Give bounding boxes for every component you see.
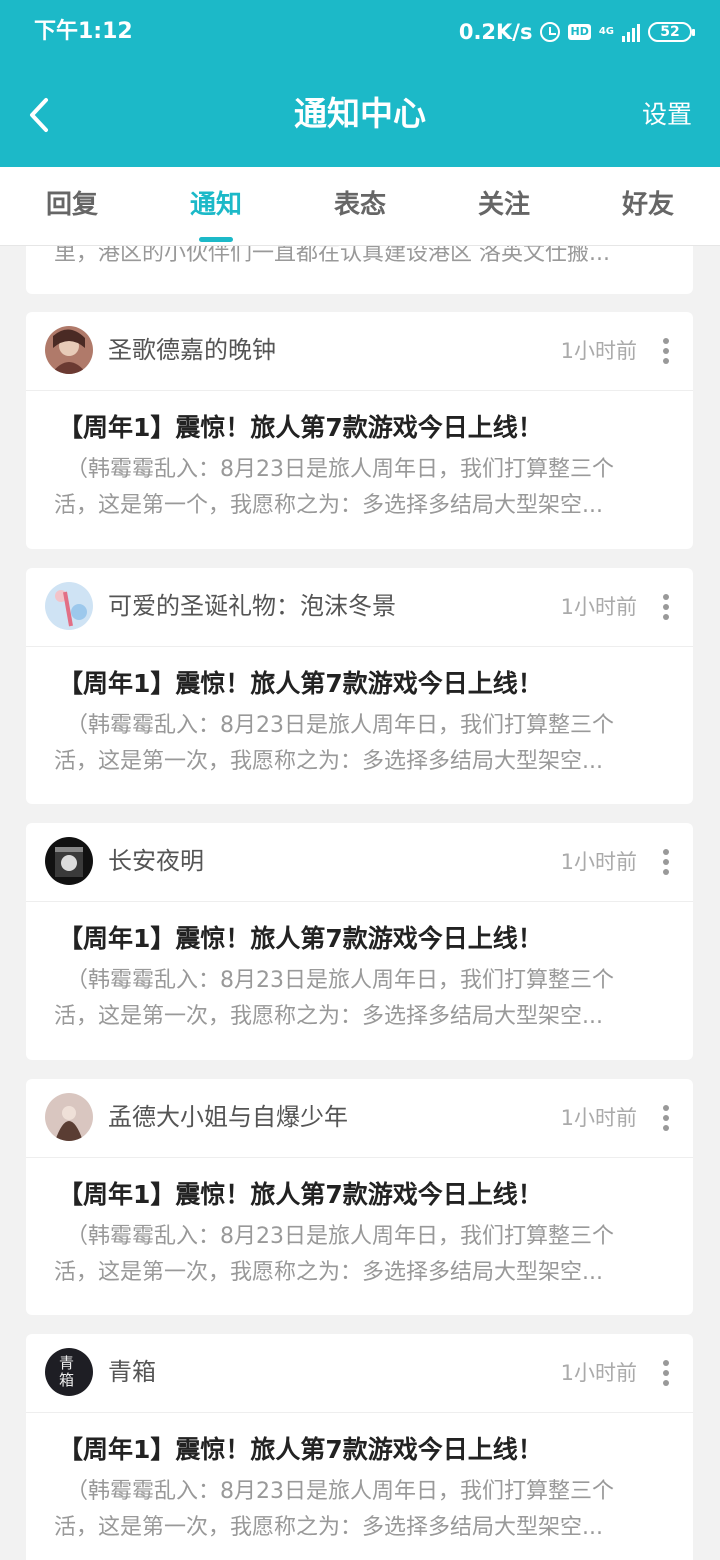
avatar-text: 青箱 bbox=[59, 1354, 75, 1389]
notification-card[interactable]: 圣歌德嘉的晚钟 1小时前 【周年1】震惊！旅人第7款游戏今日上线！ （韩霉霉乱入… bbox=[26, 312, 693, 549]
network-speed: 0.2K/s bbox=[458, 20, 533, 44]
post-excerpt[interactable]: （韩霉霉乱入：8月23日是旅人周年日，我们打算整三个 活，这是第一个，我愿称之为… bbox=[54, 452, 654, 524]
more-options-icon[interactable] bbox=[661, 849, 671, 875]
page-title: 通知中心 bbox=[294, 94, 426, 133]
avatar[interactable] bbox=[45, 1093, 93, 1141]
tab-follows[interactable]: 关注 bbox=[478, 187, 530, 223]
post-title[interactable]: 【周年1】震惊！旅人第7款游戏今日上线！ bbox=[58, 1432, 543, 1468]
timestamp: 1小时前 bbox=[560, 1361, 637, 1385]
card-header: 圣歌德嘉的晚钟 1小时前 bbox=[26, 312, 693, 391]
username[interactable]: 圣歌德嘉的晚钟 bbox=[108, 333, 276, 367]
status-bar: 下午1:12 0.2K/s HD 4G 52 bbox=[0, 0, 720, 64]
tab-notifications-label: 通知 bbox=[190, 190, 243, 220]
card-header: 孟德大小姐与自爆少年 1小时前 bbox=[26, 1079, 693, 1158]
active-tab-indicator bbox=[199, 237, 233, 242]
network-type-icon: 4G bbox=[598, 26, 614, 37]
timestamp: 1小时前 bbox=[560, 1106, 637, 1130]
avatar[interactable]: 青箱 bbox=[45, 1348, 93, 1396]
battery-icon: 52 bbox=[648, 22, 695, 42]
post-excerpt[interactable]: （韩霉霉乱入：8月23日是旅人周年日，我们打算整三个 活，这是第一次，我愿称之为… bbox=[54, 1219, 654, 1291]
tab-reactions[interactable]: 表态 bbox=[334, 187, 386, 223]
hd-icon: HD bbox=[568, 24, 591, 40]
battery-level: 52 bbox=[660, 24, 680, 40]
avatar[interactable] bbox=[45, 837, 93, 885]
tab-bar: 回复 通知 表态 关注 好友 bbox=[0, 167, 720, 246]
notification-list[interactable]: 里，港区的小伙伴们一直都在认真建设港区 洛英文仕搬... 圣歌德嘉的晚钟 1小时… bbox=[0, 246, 720, 1560]
card-header: 青箱 青箱 1小时前 bbox=[26, 1334, 693, 1413]
avatar[interactable] bbox=[45, 582, 93, 630]
post-excerpt[interactable]: （韩霉霉乱入：8月23日是旅人周年日，我们打算整三个 活，这是第一次，我愿称之为… bbox=[54, 1474, 654, 1546]
card-header: 可爱的圣诞礼物：泡沫冬景 1小时前 bbox=[26, 568, 693, 647]
username[interactable]: 长安夜明 bbox=[108, 844, 204, 878]
nav-bar: 通知中心 设置 bbox=[0, 64, 720, 167]
tab-notifications[interactable]: 通知 bbox=[190, 187, 243, 242]
avatar[interactable] bbox=[45, 326, 93, 374]
timestamp: 1小时前 bbox=[560, 339, 637, 363]
signal-icon bbox=[622, 22, 640, 42]
timestamp: 1小时前 bbox=[560, 595, 637, 619]
username[interactable]: 可爱的圣诞礼物：泡沫冬景 bbox=[108, 589, 396, 623]
more-options-icon[interactable] bbox=[661, 1105, 671, 1131]
more-options-icon[interactable] bbox=[661, 338, 671, 364]
post-title[interactable]: 【周年1】震惊！旅人第7款游戏今日上线！ bbox=[58, 410, 543, 446]
card-header: 长安夜明 1小时前 bbox=[26, 823, 693, 902]
post-title[interactable]: 【周年1】震惊！旅人第7款游戏今日上线！ bbox=[58, 921, 543, 957]
settings-button[interactable]: 设置 bbox=[642, 98, 692, 132]
timestamp: 1小时前 bbox=[560, 850, 637, 874]
more-options-icon[interactable] bbox=[661, 1360, 671, 1386]
notification-card[interactable]: 可爱的圣诞礼物：泡沫冬景 1小时前 【周年1】震惊！旅人第7款游戏今日上线！ （… bbox=[26, 568, 693, 804]
alarm-icon bbox=[540, 22, 561, 42]
app-header-area: 下午1:12 0.2K/s HD 4G 52 通知中心 设置 bbox=[0, 0, 720, 167]
post-title[interactable]: 【周年1】震惊！旅人第7款游戏今日上线！ bbox=[58, 1177, 543, 1213]
notification-card[interactable]: 青箱 青箱 1小时前 【周年1】震惊！旅人第7款游戏今日上线！ （韩霉霉乱入：8… bbox=[26, 1334, 693, 1560]
post-excerpt[interactable]: （韩霉霉乱入：8月23日是旅人周年日，我们打算整三个 活，这是第一次，我愿称之为… bbox=[54, 708, 654, 780]
more-options-icon[interactable] bbox=[661, 594, 671, 620]
notification-card[interactable]: 孟德大小姐与自爆少年 1小时前 【周年1】震惊！旅人第7款游戏今日上线！ （韩霉… bbox=[26, 1079, 693, 1315]
notification-card-partial[interactable]: 里，港区的小伙伴们一直都在认真建设港区 洛英文仕搬... bbox=[26, 246, 693, 294]
status-time: 下午1:12 bbox=[34, 19, 133, 44]
status-icons: 0.2K/s HD 4G 52 bbox=[458, 16, 695, 48]
tab-replies[interactable]: 回复 bbox=[46, 187, 98, 223]
card-snippet: 里，港区的小伙伴们一直都在认真建设港区 洛英文仕搬... bbox=[54, 246, 610, 266]
username[interactable]: 青箱 bbox=[108, 1355, 156, 1389]
post-title[interactable]: 【周年1】震惊！旅人第7款游戏今日上线！ bbox=[58, 666, 543, 702]
tab-friends[interactable]: 好友 bbox=[622, 187, 674, 223]
post-excerpt[interactable]: （韩霉霉乱入：8月23日是旅人周年日，我们打算整三个 活，这是第一次，我愿称之为… bbox=[54, 963, 654, 1035]
notification-card[interactable]: 长安夜明 1小时前 【周年1】震惊！旅人第7款游戏今日上线！ （韩霉霉乱入：8月… bbox=[26, 823, 693, 1060]
username[interactable]: 孟德大小姐与自爆少年 bbox=[108, 1100, 348, 1134]
